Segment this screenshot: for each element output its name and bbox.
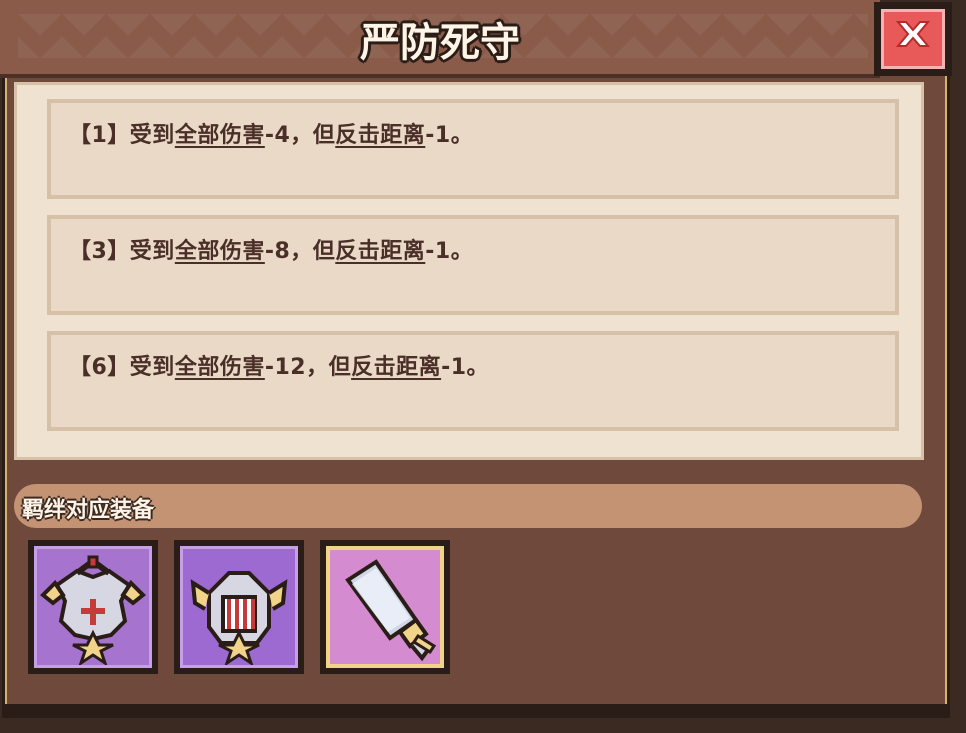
helmet-icon xyxy=(190,571,288,667)
dialog-bottom-edge xyxy=(2,704,950,718)
equipment-slot[interactable] xyxy=(180,546,298,668)
bond-effect-entry-2: 【3】受到全部伤害-8，但反击距离-1。 xyxy=(47,215,899,315)
sword-icon xyxy=(345,559,437,662)
equipment-slot[interactable] xyxy=(34,546,152,668)
equipment-slot[interactable] xyxy=(326,546,444,668)
bond-effect-text: 【1】受到全部伤害-4，但反击距离-1。 xyxy=(69,123,474,148)
armor-icon xyxy=(40,555,146,667)
bond-effect-text: 【6】受到全部伤害-12，但反击距离-1。 xyxy=(69,355,490,380)
bond-effects-panel: 【1】受到全部伤害-4，但反击距离-1。 【3】受到全部伤害-8，但反击距离-1… xyxy=(14,82,924,460)
close-x-icon xyxy=(895,21,931,47)
bond-effect-entry-1: 【1】受到全部伤害-4，但反击距离-1。 xyxy=(47,99,899,199)
bond-effect-text: 【3】受到全部伤害-8，但反击距离-1。 xyxy=(69,239,474,264)
bond-effect-entry-3: 【6】受到全部伤害-12，但反击距离-1。 xyxy=(47,331,899,431)
dialog-title: 严防死守 xyxy=(360,20,520,66)
equipment-sword[interactable] xyxy=(320,540,450,674)
bond-equipment-header: 羁绊对应装备 xyxy=(14,484,922,528)
title-bar: 严防死守 xyxy=(0,0,880,78)
bond-equipment-list xyxy=(28,540,528,680)
equipment-helmet[interactable] xyxy=(174,540,304,674)
equipment-armor[interactable] xyxy=(28,540,158,674)
bond-equipment-title: 羁绊对应装备 xyxy=(22,498,155,523)
close-button-face[interactable] xyxy=(881,9,945,69)
close-button[interactable] xyxy=(874,2,952,76)
bond-dialog: 严防死守 【1】受到全部伤害-4，但反击距离-1。 【3】受到全部伤害-8，但反… xyxy=(0,0,966,733)
